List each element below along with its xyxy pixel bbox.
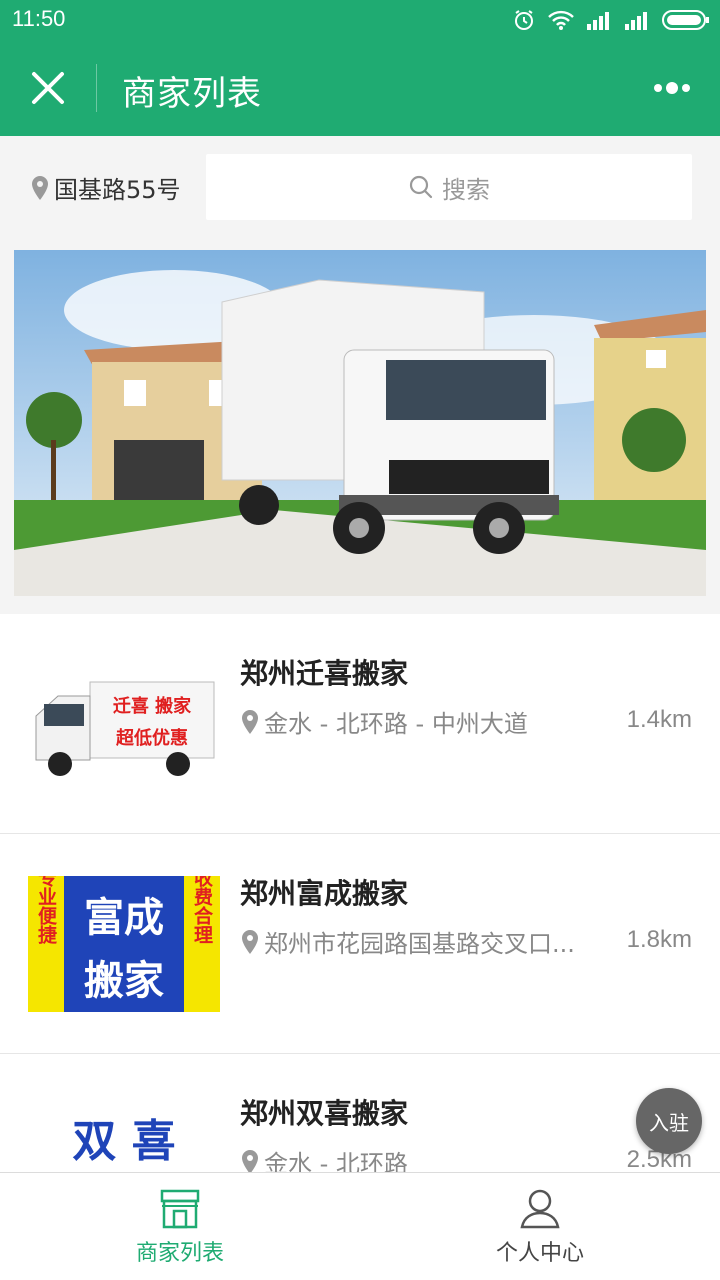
location-pin-icon xyxy=(32,175,48,200)
merchant-distance: 1.8km xyxy=(626,926,692,953)
merchant-distance: 1.4km xyxy=(626,706,692,733)
truck-thumbnail-illustration: 迁喜 搬家 超低优惠 xyxy=(28,656,220,792)
merchant-address-row: 金水 - 北环路 - 中州大道 xyxy=(240,704,600,739)
merchant-name: 郑州双喜搬家 xyxy=(240,1097,409,1130)
status-bar: 11:50 xyxy=(0,0,720,40)
store-icon xyxy=(160,1189,200,1228)
page-title: 商家列表 xyxy=(122,74,262,114)
merchant-address-row: 郑州市花园路国基路交叉口... xyxy=(240,924,600,959)
signal-icon xyxy=(587,12,609,30)
merchant-address: 金水 - 北环路 - 中州大道 xyxy=(264,710,528,738)
thumb-label-4: 收费合理 xyxy=(191,876,213,944)
wifi-icon xyxy=(548,10,574,30)
nav-bar: 商家列表 xyxy=(0,40,720,136)
tab-label: 商家列表 xyxy=(135,1240,224,1266)
person-icon xyxy=(520,1189,560,1228)
tab-merchant-list[interactable]: 商家列表 xyxy=(0,1173,360,1280)
status-icons xyxy=(512,8,710,32)
location-selector[interactable]: 国基路55号 xyxy=(30,170,181,205)
tab-label: 个人中心 xyxy=(495,1240,584,1266)
merchant-item[interactable]: 富成 搬家 专业便捷 收费合理 郑州富成搬家 郑州市花园路国基路交叉口... 1… xyxy=(0,834,720,1054)
thumb-label-1: 富成 xyxy=(84,895,164,941)
banner-illustration xyxy=(14,250,706,596)
merchant-thumbnail: 迁喜 搬家 超低优惠 xyxy=(28,656,220,792)
search-input[interactable]: 搜索 xyxy=(206,154,692,220)
merchant-item[interactable]: 迁喜 搬家 超低优惠 郑州迁喜搬家 金水 - 北环路 - 中州大道 1.4km xyxy=(0,614,720,834)
merchant-name: 郑州富成搬家 xyxy=(240,877,409,910)
thumb-label-2: 超低优惠 xyxy=(116,727,188,749)
thumb-label-1: 双 喜 xyxy=(72,1116,175,1167)
location-pin-icon xyxy=(242,709,258,734)
thumb-label-2: 搬家 xyxy=(84,958,164,1004)
thumb-label-1: 迁喜 搬家 xyxy=(113,695,192,717)
search-row: 国基路55号 搜索 xyxy=(0,136,720,234)
merchant-name: 郑州迁喜搬家 xyxy=(240,657,409,690)
location-pin-icon xyxy=(242,929,258,954)
close-icon[interactable] xyxy=(28,68,68,108)
search-icon xyxy=(409,175,433,199)
merchant-thumbnail: 富成 搬家 专业便捷 收费合理 xyxy=(28,876,220,1012)
alarm-icon xyxy=(515,10,533,30)
merchant-address: 郑州市花园路国基路交叉口... xyxy=(264,930,575,958)
nav-divider xyxy=(96,64,97,112)
location-text: 国基路55号 xyxy=(54,176,181,204)
signal-icon-2 xyxy=(625,12,647,30)
status-time: 11:50 xyxy=(12,6,66,31)
join-fab-button[interactable]: 入驻 xyxy=(636,1088,702,1154)
more-icon[interactable] xyxy=(652,78,692,98)
thumb-label-3: 专业便捷 xyxy=(35,876,57,945)
battery-icon xyxy=(662,10,709,30)
sign-thumbnail-illustration: 富成 搬家 专业便捷 收费合理 xyxy=(28,876,220,1012)
banner-image[interactable] xyxy=(14,250,706,596)
location-pin-icon xyxy=(242,1149,258,1174)
tab-bar: 商家列表 个人中心 xyxy=(0,1172,720,1280)
search-placeholder: 搜索 xyxy=(442,175,490,204)
tab-personal-center[interactable]: 个人中心 xyxy=(360,1173,720,1280)
